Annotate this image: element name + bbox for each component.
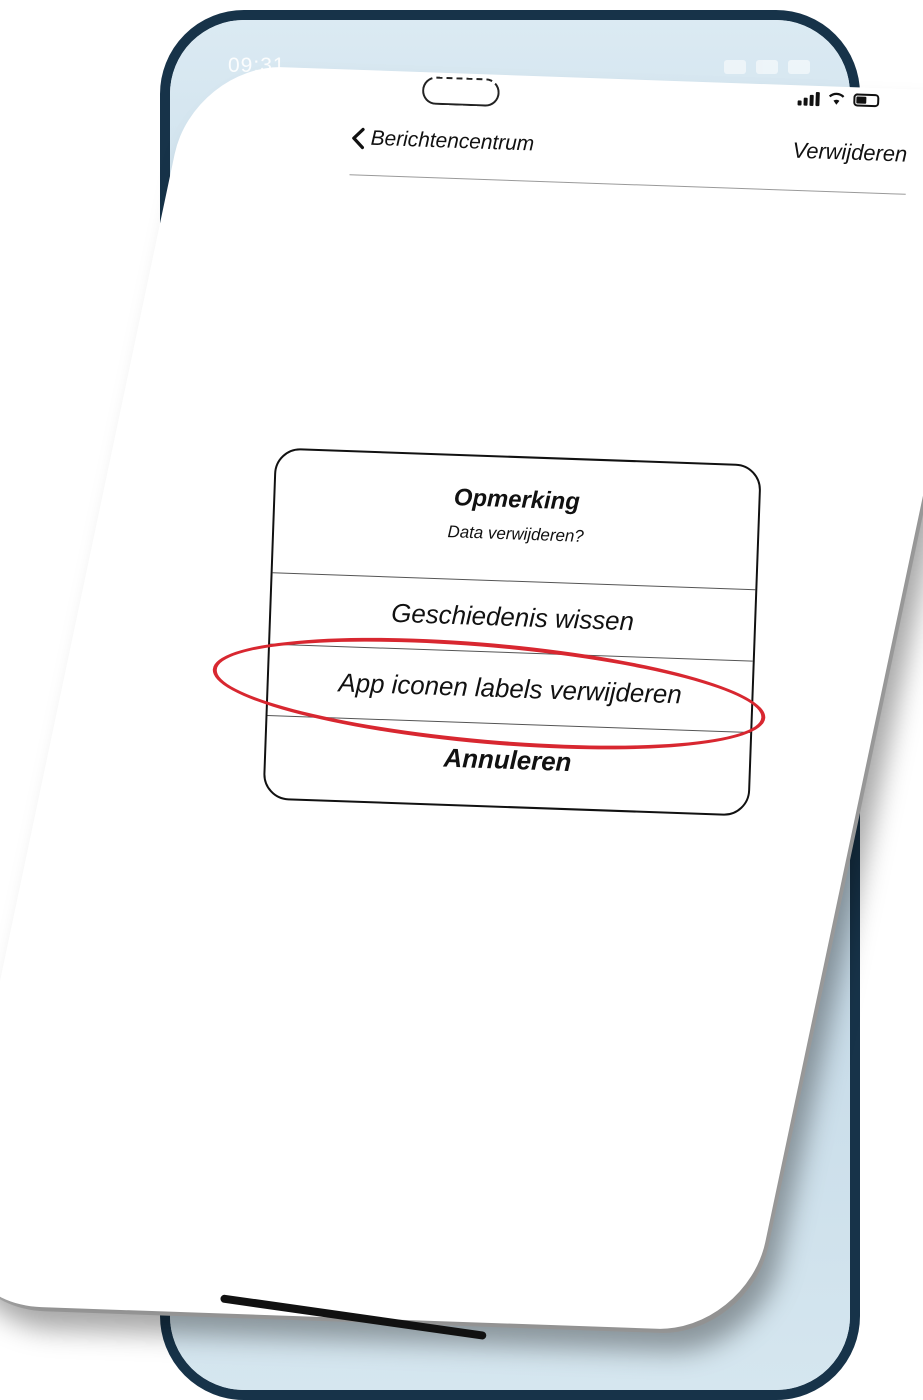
alert-title: Opmerking (453, 484, 581, 516)
battery-icon (853, 92, 880, 107)
alert-header: Opmerking Data verwijderen? (272, 449, 760, 591)
back-button[interactable]: Berichtencentrum (350, 126, 535, 157)
alert-dialog: Opmerking Data verwijderen? Geschiedenis… (262, 447, 762, 817)
navigation-bar: Berichtencentrum Verwijderen (349, 117, 908, 195)
chevron-left-icon (352, 127, 365, 150)
alert-message: Data verwijderen? (447, 522, 585, 546)
wifi-icon (828, 92, 845, 105)
notch (421, 76, 501, 108)
signal-icon (797, 89, 820, 107)
delete-button[interactable]: Verwijderen (792, 137, 907, 167)
background-status-icons (724, 60, 810, 74)
front-phone: Berichtencentrum Verwijderen Opmerking D… (0, 64, 923, 1340)
front-screen: Berichtencentrum Verwijderen Opmerking D… (40, 60, 908, 1340)
status-bar (797, 89, 880, 108)
back-button-label: Berichtencentrum (370, 126, 535, 156)
